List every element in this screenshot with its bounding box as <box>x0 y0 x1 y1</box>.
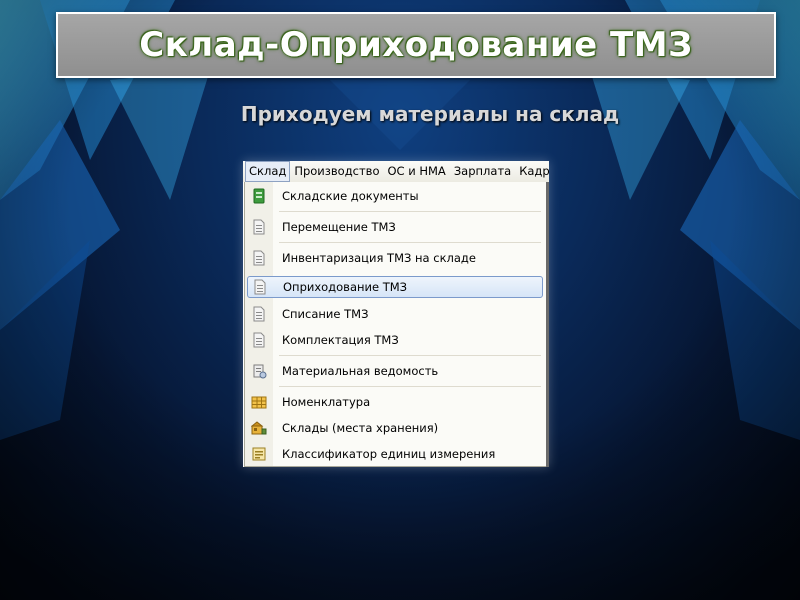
document-icon <box>253 250 265 266</box>
menu-item-assembly-tmz[interactable]: Комплектация ТМЗ <box>245 329 547 351</box>
window-frame-edge <box>546 182 549 467</box>
warehouse-icon <box>251 421 267 435</box>
slide-title-box: Склад-Оприходование ТМЗ <box>56 12 776 78</box>
folder-green-icon <box>253 188 265 204</box>
menu-screenshot: Склад Производство ОС и НМА Зарплата Кад… <box>243 161 549 467</box>
menubar-item-zarplata[interactable]: Зарплата <box>450 161 515 182</box>
menu-item-inventory-tmz[interactable]: Инвентаризация ТМЗ на складе <box>245 247 547 269</box>
document-icon <box>254 279 266 295</box>
classifier-icon <box>252 447 266 461</box>
menu-item-label: Классификатор единиц измерения <box>282 447 496 461</box>
sklad-dropdown-menu: Складские документы Перемещение ТМЗ Инве… <box>244 182 548 467</box>
menubar-item-proizvodstvo[interactable]: Производство <box>290 161 383 182</box>
menubar: Склад Производство ОС и НМА Зарплата Кад… <box>243 161 549 182</box>
document-icon <box>253 219 265 235</box>
menu-item-label: Инвентаризация ТМЗ на складе <box>282 251 476 265</box>
menu-item-writeoff-tmz[interactable]: Списание ТМЗ <box>245 303 547 325</box>
menu-item-label: Списание ТМЗ <box>282 307 369 321</box>
catalog-icon <box>251 396 267 409</box>
menu-item-label: Складские документы <box>282 189 419 203</box>
menubar-item-kadry[interactable]: Кадры <box>515 161 549 182</box>
slide-subtitle: Приходуем материалы на склад <box>240 102 620 126</box>
menu-item-material-statement[interactable]: Материальная ведомость <box>245 360 547 382</box>
document-icon <box>253 332 265 348</box>
menu-item-warehouse-documents[interactable]: Складские документы <box>245 185 547 207</box>
slide-title: Склад-Оприходование ТМЗ <box>139 25 693 65</box>
menu-separator <box>279 211 541 212</box>
report-icon <box>253 364 267 379</box>
menu-item-label: Материальная ведомость <box>282 364 439 378</box>
menu-item-nomenclature[interactable]: Номенклатура <box>245 391 547 413</box>
menu-item-label: Номенклатура <box>282 395 371 409</box>
menu-item-transfer-tmz[interactable]: Перемещение ТМЗ <box>245 216 547 238</box>
menu-item-label: Комплектация ТМЗ <box>282 333 399 347</box>
menu-item-label: Склады (места хранения) <box>282 421 439 435</box>
menu-item-warehouses[interactable]: Склады (места хранения) <box>245 417 547 439</box>
menu-item-label: Перемещение ТМЗ <box>282 220 396 234</box>
menu-separator <box>279 386 541 387</box>
menu-item-receipt-tmz[interactable]: Оприходование ТМЗ <box>247 276 543 298</box>
menu-item-label: Оприходование ТМЗ <box>283 280 408 294</box>
menu-item-units-classifier[interactable]: Классификатор единиц измерения <box>245 443 547 465</box>
menubar-item-os-nma[interactable]: ОС и НМА <box>384 161 450 182</box>
menu-separator <box>279 242 541 243</box>
menu-separator <box>279 355 541 356</box>
document-icon <box>253 306 265 322</box>
menubar-item-sklad[interactable]: Склад <box>245 161 291 182</box>
